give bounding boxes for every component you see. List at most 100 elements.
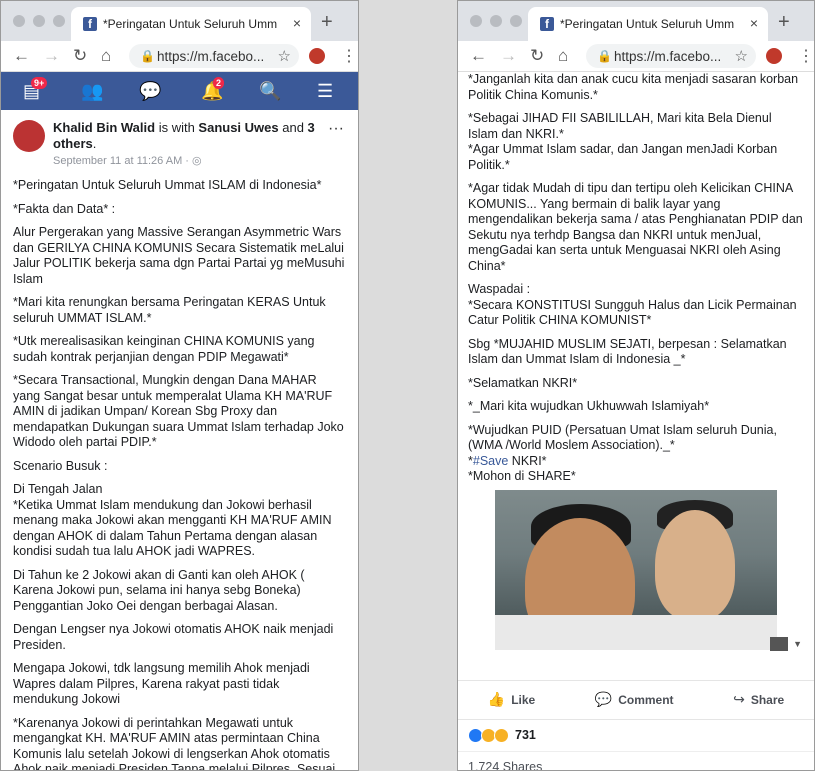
- post: ··· Khalid Bin Walid is with Sanusi Uwes…: [1, 110, 358, 771]
- browser-window-left: f *Peringatan Untuk Seluruh Umm × + ← → …: [0, 0, 359, 771]
- photo-shirt: [495, 614, 777, 650]
- post-paragraph: *Secara Transactional, Mungkin dengan Da…: [13, 373, 344, 449]
- post-paragraph: *Fakta dan Data* :: [13, 201, 116, 216]
- post-paragraph: *Janganlah kita dan anak cucu kita menja…: [468, 72, 799, 102]
- post-paragraph: *Karenanya Jokowi di perintahkan Megawat…: [13, 715, 336, 771]
- comment-button[interactable]: 💬 Comment: [595, 691, 674, 708]
- share-request-text: *Mohon di SHARE*: [468, 469, 576, 483]
- new-tab-button[interactable]: +: [778, 11, 790, 34]
- post-paragraph: *Wujudkan PUID (Persatuan Umat Islam sel…: [468, 422, 777, 453]
- post-body-continued: *Janganlah kita dan anak cucu kita menja…: [458, 72, 814, 454]
- post-paragraph: *Selamatkan NKRI*: [468, 375, 578, 390]
- post-paragraph: Scenario Busuk :: [13, 458, 108, 473]
- post-paragraph: Sbg *MUJAHID MUSLIM SEJATI, berpesan : S…: [468, 336, 787, 367]
- post-paragraph: Waspadai : *Secara KONSTITUSI Sungguh Ha…: [468, 282, 797, 327]
- reload-icon[interactable]: ↻: [73, 46, 87, 66]
- bookmark-star-icon[interactable]: ☆: [278, 47, 291, 65]
- lock-icon: 🔒: [140, 49, 155, 63]
- browser-menu-icon[interactable]: ⋮: [798, 46, 814, 66]
- menu-icon[interactable]: ☰: [317, 81, 333, 102]
- browser-toolbar: ← → ↻ ⌂ 🔒 https://m.facebo... ☆ ⋮: [458, 41, 814, 72]
- messenger-icon[interactable]: 💬: [139, 81, 161, 102]
- forward-arrow-icon[interactable]: →: [43, 46, 60, 66]
- facebook-favicon-icon: f: [540, 17, 554, 31]
- url-text: https://m.facebo...: [157, 49, 265, 64]
- minimize-window-button[interactable]: [490, 15, 502, 27]
- reload-icon[interactable]: ↻: [530, 46, 544, 66]
- facebook-nav-bar: ▤ 9+ 👥 💬 🔔 2 🔍 ☰: [1, 72, 358, 110]
- hashtag-link[interactable]: #Save: [473, 454, 508, 468]
- browser-menu-icon[interactable]: ⋮: [341, 46, 357, 66]
- like-button[interactable]: 👍 Like: [488, 691, 535, 708]
- tab-close-icon[interactable]: ×: [293, 15, 301, 31]
- post-paragraph: *Utk merealisasikan keinginan CHINA KOMU…: [13, 334, 315, 364]
- tab-close-icon[interactable]: ×: [750, 15, 758, 31]
- bookmark-star-icon[interactable]: ☆: [735, 47, 748, 65]
- post-paragraph: Alur Pergerakan yang Massive Serangan As…: [13, 225, 345, 286]
- share-button[interactable]: ↪ Share: [733, 691, 784, 708]
- post-paragraph: Dengan Lengser nya Jokowi otomatis AHOK …: [13, 622, 334, 652]
- and-text: and: [278, 120, 308, 135]
- avatar[interactable]: [13, 120, 45, 152]
- window-controls: [13, 15, 65, 27]
- extension-icon[interactable]: [309, 48, 325, 64]
- hashtag-line: *#Save NKRI*: [468, 453, 547, 468]
- title-bar: f *Peringatan Untuk Seluruh Umm × +: [458, 1, 814, 41]
- address-bar[interactable]: 🔒 https://m.facebo... ☆: [586, 44, 756, 68]
- sad-reaction-icon: [494, 727, 509, 743]
- minimize-window-button[interactable]: [33, 15, 45, 27]
- photo-person-right: [655, 509, 735, 620]
- post-paragraph: *Sebagai JIHAD FII SABILILLAH, Mari kita…: [468, 111, 778, 172]
- with-text: is with: [155, 120, 199, 135]
- close-window-button[interactable]: [470, 15, 482, 27]
- friend-requests-badge: 9+: [31, 77, 48, 89]
- post-paragraph: Mengapa Jokowi, tdk langsung memilih Aho…: [13, 661, 310, 706]
- forward-arrow-icon[interactable]: →: [500, 46, 517, 66]
- tab-title: *Peringatan Untuk Seluruh Umm: [560, 17, 735, 31]
- post-body-tail: *#Save NKRI* *Mohon di SHARE*: [458, 454, 814, 485]
- home-icon[interactable]: ⌂: [558, 46, 568, 66]
- facebook-favicon-icon: f: [83, 17, 97, 31]
- maximize-window-button[interactable]: [510, 15, 522, 27]
- browser-tab[interactable]: f *Peringatan Untuk Seluruh Umm ×: [528, 7, 768, 41]
- tagged-user[interactable]: Sanusi Uwes: [198, 120, 278, 135]
- profile-thumbnail[interactable]: [770, 637, 788, 651]
- post-date[interactable]: September 11 at 11:26 AM · ◎: [53, 153, 346, 169]
- maximize-window-button[interactable]: [53, 15, 65, 27]
- comment-icon: 💬: [594, 691, 613, 707]
- notifications-badge: 2: [213, 77, 225, 89]
- post-paragraph: *Agar tidak Mudah di tipu dan tertipu ol…: [468, 181, 803, 273]
- more-options-icon[interactable]: ···: [328, 120, 344, 138]
- extension-icon[interactable]: [766, 48, 782, 64]
- friends-icon[interactable]: 👥: [81, 81, 103, 102]
- author-name[interactable]: Khalid Bin Walid: [53, 120, 155, 135]
- tab-title: *Peringatan Untuk Seluruh Umm: [103, 17, 278, 31]
- post-paragraph: *Mari kita renungkan bersama Peringatan …: [13, 295, 326, 325]
- new-tab-button[interactable]: +: [321, 11, 333, 34]
- chevron-down-icon[interactable]: ▼: [793, 639, 802, 649]
- lock-icon: 🔒: [597, 49, 612, 63]
- share-arrow-icon: ↪: [733, 691, 745, 707]
- reactions-summary[interactable]: 731: [458, 720, 814, 751]
- browser-window-right: f *Peringatan Untuk Seluruh Umm × + ← → …: [457, 0, 815, 771]
- back-arrow-icon[interactable]: ←: [13, 46, 30, 66]
- window-controls: [470, 15, 522, 27]
- title-bar: f *Peringatan Untuk Seluruh Umm × +: [1, 1, 358, 41]
- shares-count[interactable]: 1,724 Shares: [458, 750, 814, 770]
- post-paragraph: Di Tengah Jalan *Ketika Ummat Islam mend…: [13, 482, 332, 558]
- url-text: https://m.facebo...: [614, 49, 722, 64]
- action-bar: 👍 Like 💬 Comment ↪ Share: [458, 679, 814, 720]
- back-arrow-icon[interactable]: ←: [470, 46, 487, 66]
- post-header: Khalid Bin Walid is with Sanusi Uwes and…: [53, 110, 346, 169]
- globe-icon: ◎: [192, 155, 202, 167]
- address-bar[interactable]: 🔒 https://m.facebo... ☆: [129, 44, 299, 68]
- thumbs-up-icon: 👍: [487, 691, 506, 707]
- home-icon[interactable]: ⌂: [101, 46, 111, 66]
- post-photo[interactable]: [495, 489, 777, 650]
- browser-tab[interactable]: f *Peringatan Untuk Seluruh Umm ×: [71, 7, 311, 41]
- search-icon[interactable]: 🔍: [259, 81, 281, 102]
- post-paragraph: *_Mari kita wujudkan Ukhuwwah Islamiyah*: [468, 399, 710, 413]
- close-window-button[interactable]: [13, 15, 25, 27]
- post-paragraph: Di Tahun ke 2 Jokowi akan di Ganti kan o…: [13, 567, 305, 613]
- reactions-count: 731: [515, 728, 536, 742]
